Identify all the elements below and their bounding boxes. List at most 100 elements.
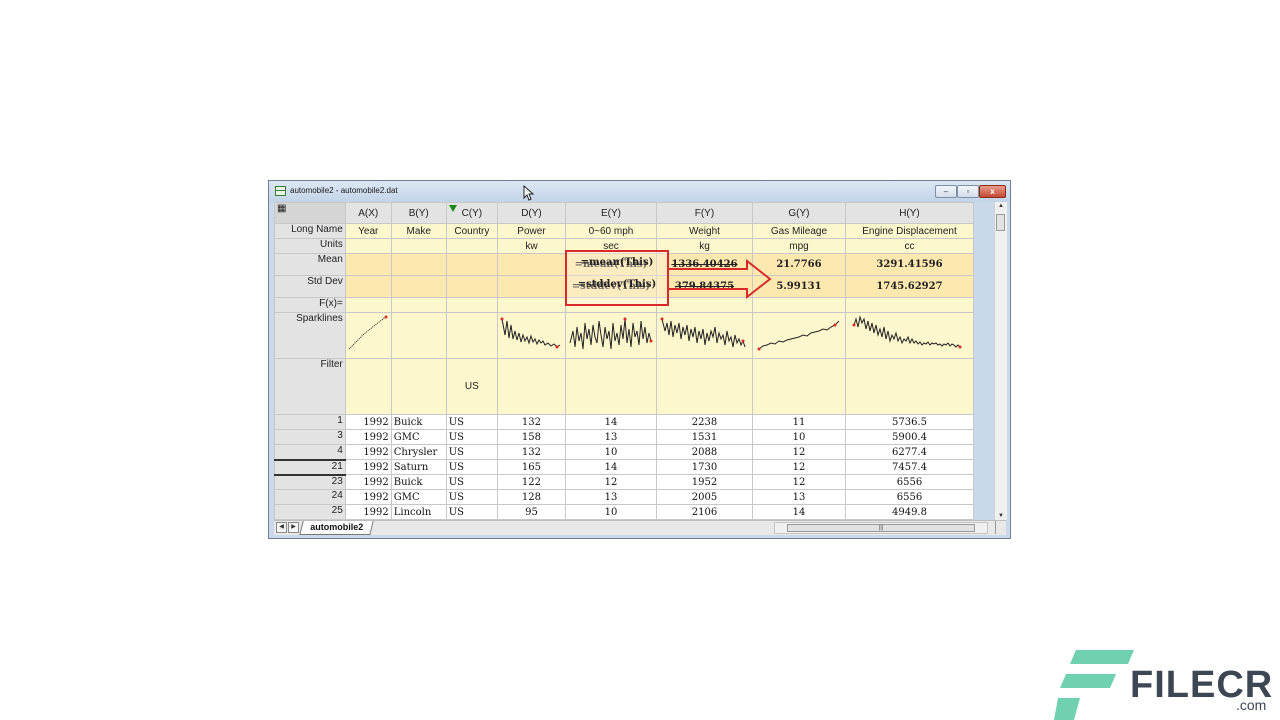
fx-cell[interactable] xyxy=(751,297,846,313)
data-cell[interactable]: 12 xyxy=(564,474,657,490)
row-label-mean[interactable]: Mean xyxy=(274,253,346,276)
row-label-filter[interactable]: Filter xyxy=(274,358,346,415)
filter-cell[interactable] xyxy=(496,358,566,415)
horizontal-scrollbar[interactable]: ||| xyxy=(774,522,988,534)
filter-cell[interactable] xyxy=(751,358,846,415)
data-cell[interactable]: 14 xyxy=(564,459,657,475)
data-cell[interactable]: 6556 xyxy=(844,474,974,490)
data-cell[interactable]: 7457.4 xyxy=(844,459,974,475)
sparkline-cell[interactable] xyxy=(751,312,846,359)
data-cell[interactable]: 1952 xyxy=(655,474,753,490)
column-header-e[interactable]: E(Y) xyxy=(564,202,657,224)
data-cell[interactable]: 1730 xyxy=(655,459,753,475)
table-row[interactable]: 24 1992 GMC US 128 13 2005 13 6556 xyxy=(274,489,974,505)
data-cell[interactable]: Lincoln xyxy=(390,504,447,520)
column-header-a[interactable]: A(X) xyxy=(344,202,392,224)
table-row[interactable]: 21 1992 Saturn US 165 14 1730 12 7457.4 xyxy=(274,459,974,476)
long-name-cell[interactable]: Make xyxy=(390,223,447,239)
std-dev-cell[interactable] xyxy=(390,275,447,298)
data-cell[interactable]: US xyxy=(445,414,498,430)
units-cell[interactable]: mpg xyxy=(751,238,846,254)
mean-cell[interactable] xyxy=(390,253,447,276)
scroll-down-icon[interactable]: ▼ xyxy=(995,513,1007,519)
row-number[interactable]: 24 xyxy=(274,489,346,505)
data-cell[interactable]: 122 xyxy=(496,474,566,490)
long-name-cell[interactable]: Weight xyxy=(655,223,753,239)
horizontal-scroll-thumb[interactable]: ||| xyxy=(787,524,975,532)
fx-cell[interactable] xyxy=(445,297,498,313)
table-row[interactable]: 4 1992 Chrysler US 132 10 2088 12 6277.4 xyxy=(274,444,974,461)
filter-cell[interactable] xyxy=(655,358,753,415)
row-label-sparklines[interactable]: Sparklines xyxy=(274,312,346,359)
column-header-h[interactable]: H(Y) xyxy=(844,202,974,224)
column-header-g[interactable]: G(Y) xyxy=(751,202,846,224)
sparkline-cell[interactable] xyxy=(655,312,753,359)
data-cell[interactable]: US xyxy=(445,489,498,505)
filter-cell[interactable] xyxy=(844,358,974,415)
data-cell[interactable]: 1992 xyxy=(344,444,392,460)
sparkline-cell[interactable] xyxy=(344,312,392,359)
mean-cell[interactable]: 3291.41596 xyxy=(844,253,974,276)
std-dev-cell[interactable] xyxy=(496,275,566,298)
row-label-long-name[interactable]: Long Name xyxy=(274,223,346,239)
data-cell[interactable]: 6556 xyxy=(844,489,974,505)
table-row[interactable]: 25 1992 Lincoln US 95 10 2106 14 4949.8 xyxy=(274,504,974,520)
row-number[interactable]: 21 xyxy=(274,459,346,476)
data-cell[interactable]: 10 xyxy=(564,504,657,520)
std-dev-cell[interactable]: 1745.62927 xyxy=(844,275,974,298)
row-label-units[interactable]: Units xyxy=(274,238,346,254)
mean-cell[interactable] xyxy=(496,253,566,276)
data-cell[interactable]: US xyxy=(445,429,498,445)
data-cell[interactable]: GMC xyxy=(390,429,447,445)
data-cell[interactable]: 12 xyxy=(751,459,846,475)
fx-cell[interactable] xyxy=(344,297,392,313)
units-cell[interactable] xyxy=(344,238,392,254)
column-header-c[interactable]: C(Y) xyxy=(445,202,498,224)
data-cell[interactable]: 132 xyxy=(496,444,566,460)
data-cell[interactable]: 2088 xyxy=(655,444,753,460)
units-cell[interactable]: cc xyxy=(844,238,974,254)
next-sheet-icon[interactable]: ▶ xyxy=(288,522,299,533)
data-cell[interactable]: 1992 xyxy=(344,459,392,475)
table-row[interactable]: 23 1992 Buick US 122 12 1952 12 6556 xyxy=(274,474,974,490)
window-titlebar[interactable]: automobile2 - automobile2.dat – ▫ x xyxy=(269,181,1010,202)
fx-cell[interactable] xyxy=(390,297,447,313)
data-cell[interactable]: 10 xyxy=(751,429,846,445)
column-header-b[interactable]: B(Y) xyxy=(390,202,447,224)
column-header-f[interactable]: F(Y) xyxy=(655,202,753,224)
data-cell[interactable]: 12 xyxy=(751,444,846,460)
long-name-cell[interactable]: 0~60 mph xyxy=(564,223,657,239)
sparkline-cell[interactable] xyxy=(564,312,657,359)
select-all-corner[interactable]: ▦ xyxy=(274,202,346,224)
prev-sheet-icon[interactable]: ◀ xyxy=(276,522,287,533)
sparkline-cell[interactable] xyxy=(445,312,498,359)
vertical-scrollbar[interactable]: ▲ ▼ xyxy=(994,202,1007,520)
sparkline-cell[interactable] xyxy=(496,312,566,359)
fx-cell[interactable] xyxy=(496,297,566,313)
close-button[interactable]: x xyxy=(979,185,1006,198)
data-cell[interactable]: 14 xyxy=(751,504,846,520)
data-cell[interactable]: 158 xyxy=(496,429,566,445)
data-cell[interactable]: Saturn xyxy=(390,459,447,475)
units-cell[interactable] xyxy=(445,238,498,254)
row-number[interactable]: 23 xyxy=(274,474,346,490)
row-number[interactable]: 4 xyxy=(274,444,346,461)
row-label-fx[interactable]: F(x)= xyxy=(274,297,346,313)
sparkline-cell[interactable] xyxy=(844,312,974,359)
data-cell[interactable]: 1531 xyxy=(655,429,753,445)
data-cell[interactable]: 1992 xyxy=(344,414,392,430)
data-cell[interactable]: 132 xyxy=(496,414,566,430)
minimize-button[interactable]: – xyxy=(935,185,957,198)
data-cell[interactable]: GMC xyxy=(390,489,447,505)
data-cell[interactable]: US xyxy=(445,444,498,460)
row-number[interactable]: 3 xyxy=(274,429,346,445)
data-cell[interactable]: 10 xyxy=(564,444,657,460)
data-cell[interactable]: Buick xyxy=(390,414,447,430)
sparkline-cell[interactable] xyxy=(390,312,447,359)
data-cell[interactable]: 5736.5 xyxy=(844,414,974,430)
vertical-scroll-thumb[interactable] xyxy=(996,214,1005,231)
data-cell[interactable]: US xyxy=(445,474,498,490)
row-number[interactable]: 1 xyxy=(274,414,346,430)
units-cell[interactable]: kg xyxy=(655,238,753,254)
long-name-cell[interactable]: Year xyxy=(344,223,392,239)
